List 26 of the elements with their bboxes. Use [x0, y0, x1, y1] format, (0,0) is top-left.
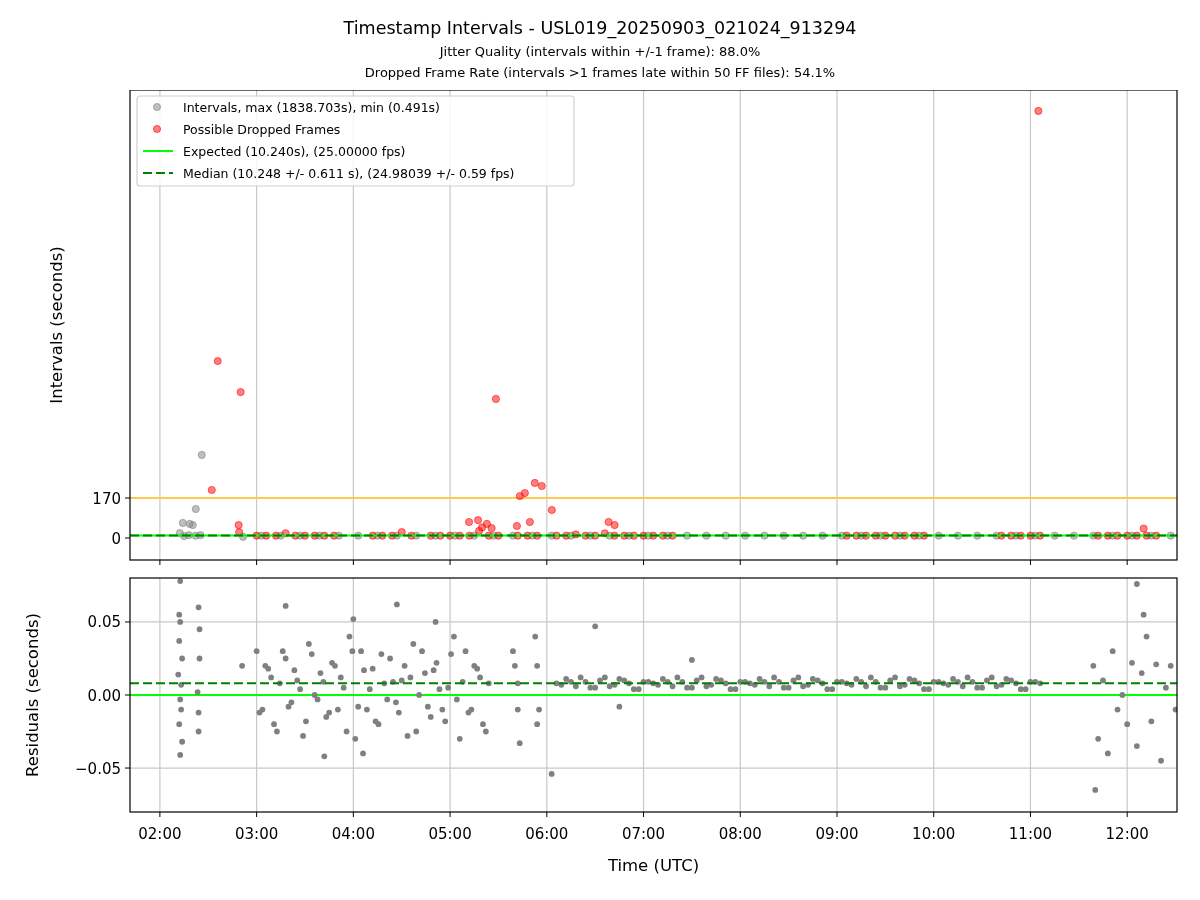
legend-label: Possible Dropped Frames: [183, 121, 341, 137]
axis-tick-label: 02:00: [138, 825, 182, 843]
axis-tick-label: 05:00: [428, 825, 472, 843]
axis-tick-label: 0: [111, 529, 121, 548]
axis-tick-label: 10:00: [912, 825, 956, 843]
axis-title: Intervals (seconds): [47, 246, 66, 404]
axis-tick-label: 09:00: [815, 825, 859, 843]
chart-title: Timestamp Intervals - USL019_20250903_021024_913294: [343, 17, 857, 41]
axis-tick-label: 04:00: [331, 825, 375, 843]
chart-subtitle: Dropped Frame Rate (intervals >1 frames late within 50 FF files): 54.1%: [364, 64, 836, 82]
axis-tick-label: 12:00: [1105, 825, 1149, 843]
axis-tick-label: 0.05: [87, 613, 121, 632]
chart-subtitle: Jitter Quality (intervals within +/-1 frame): 88.0%: [439, 43, 761, 61]
legend-label: Expected (10.240s), (25.00000 fps): [183, 143, 406, 159]
axis-title: Time (UTC): [607, 856, 700, 875]
axis-tick-label: 08:00: [718, 825, 762, 843]
axis-tick-label: 11:00: [1008, 825, 1053, 843]
axis-title: Residuals (seconds): [23, 613, 42, 777]
axis-tick-label: −0.05: [75, 759, 121, 778]
axis-tick-label: 06:00: [525, 825, 569, 843]
axis-tick-label: 170: [92, 489, 121, 508]
legend-label: Median (10.248 +/- 0.611 s), (24.98039 +/- 0.59 fps): [183, 165, 515, 181]
axis-tick-label: 0.00: [87, 686, 121, 705]
axis-tick-label: 07:00: [621, 825, 666, 843]
legend-label: Intervals, max (1838.703s), min (0.491s): [183, 99, 440, 115]
axis-tick-label: 03:00: [235, 825, 279, 843]
